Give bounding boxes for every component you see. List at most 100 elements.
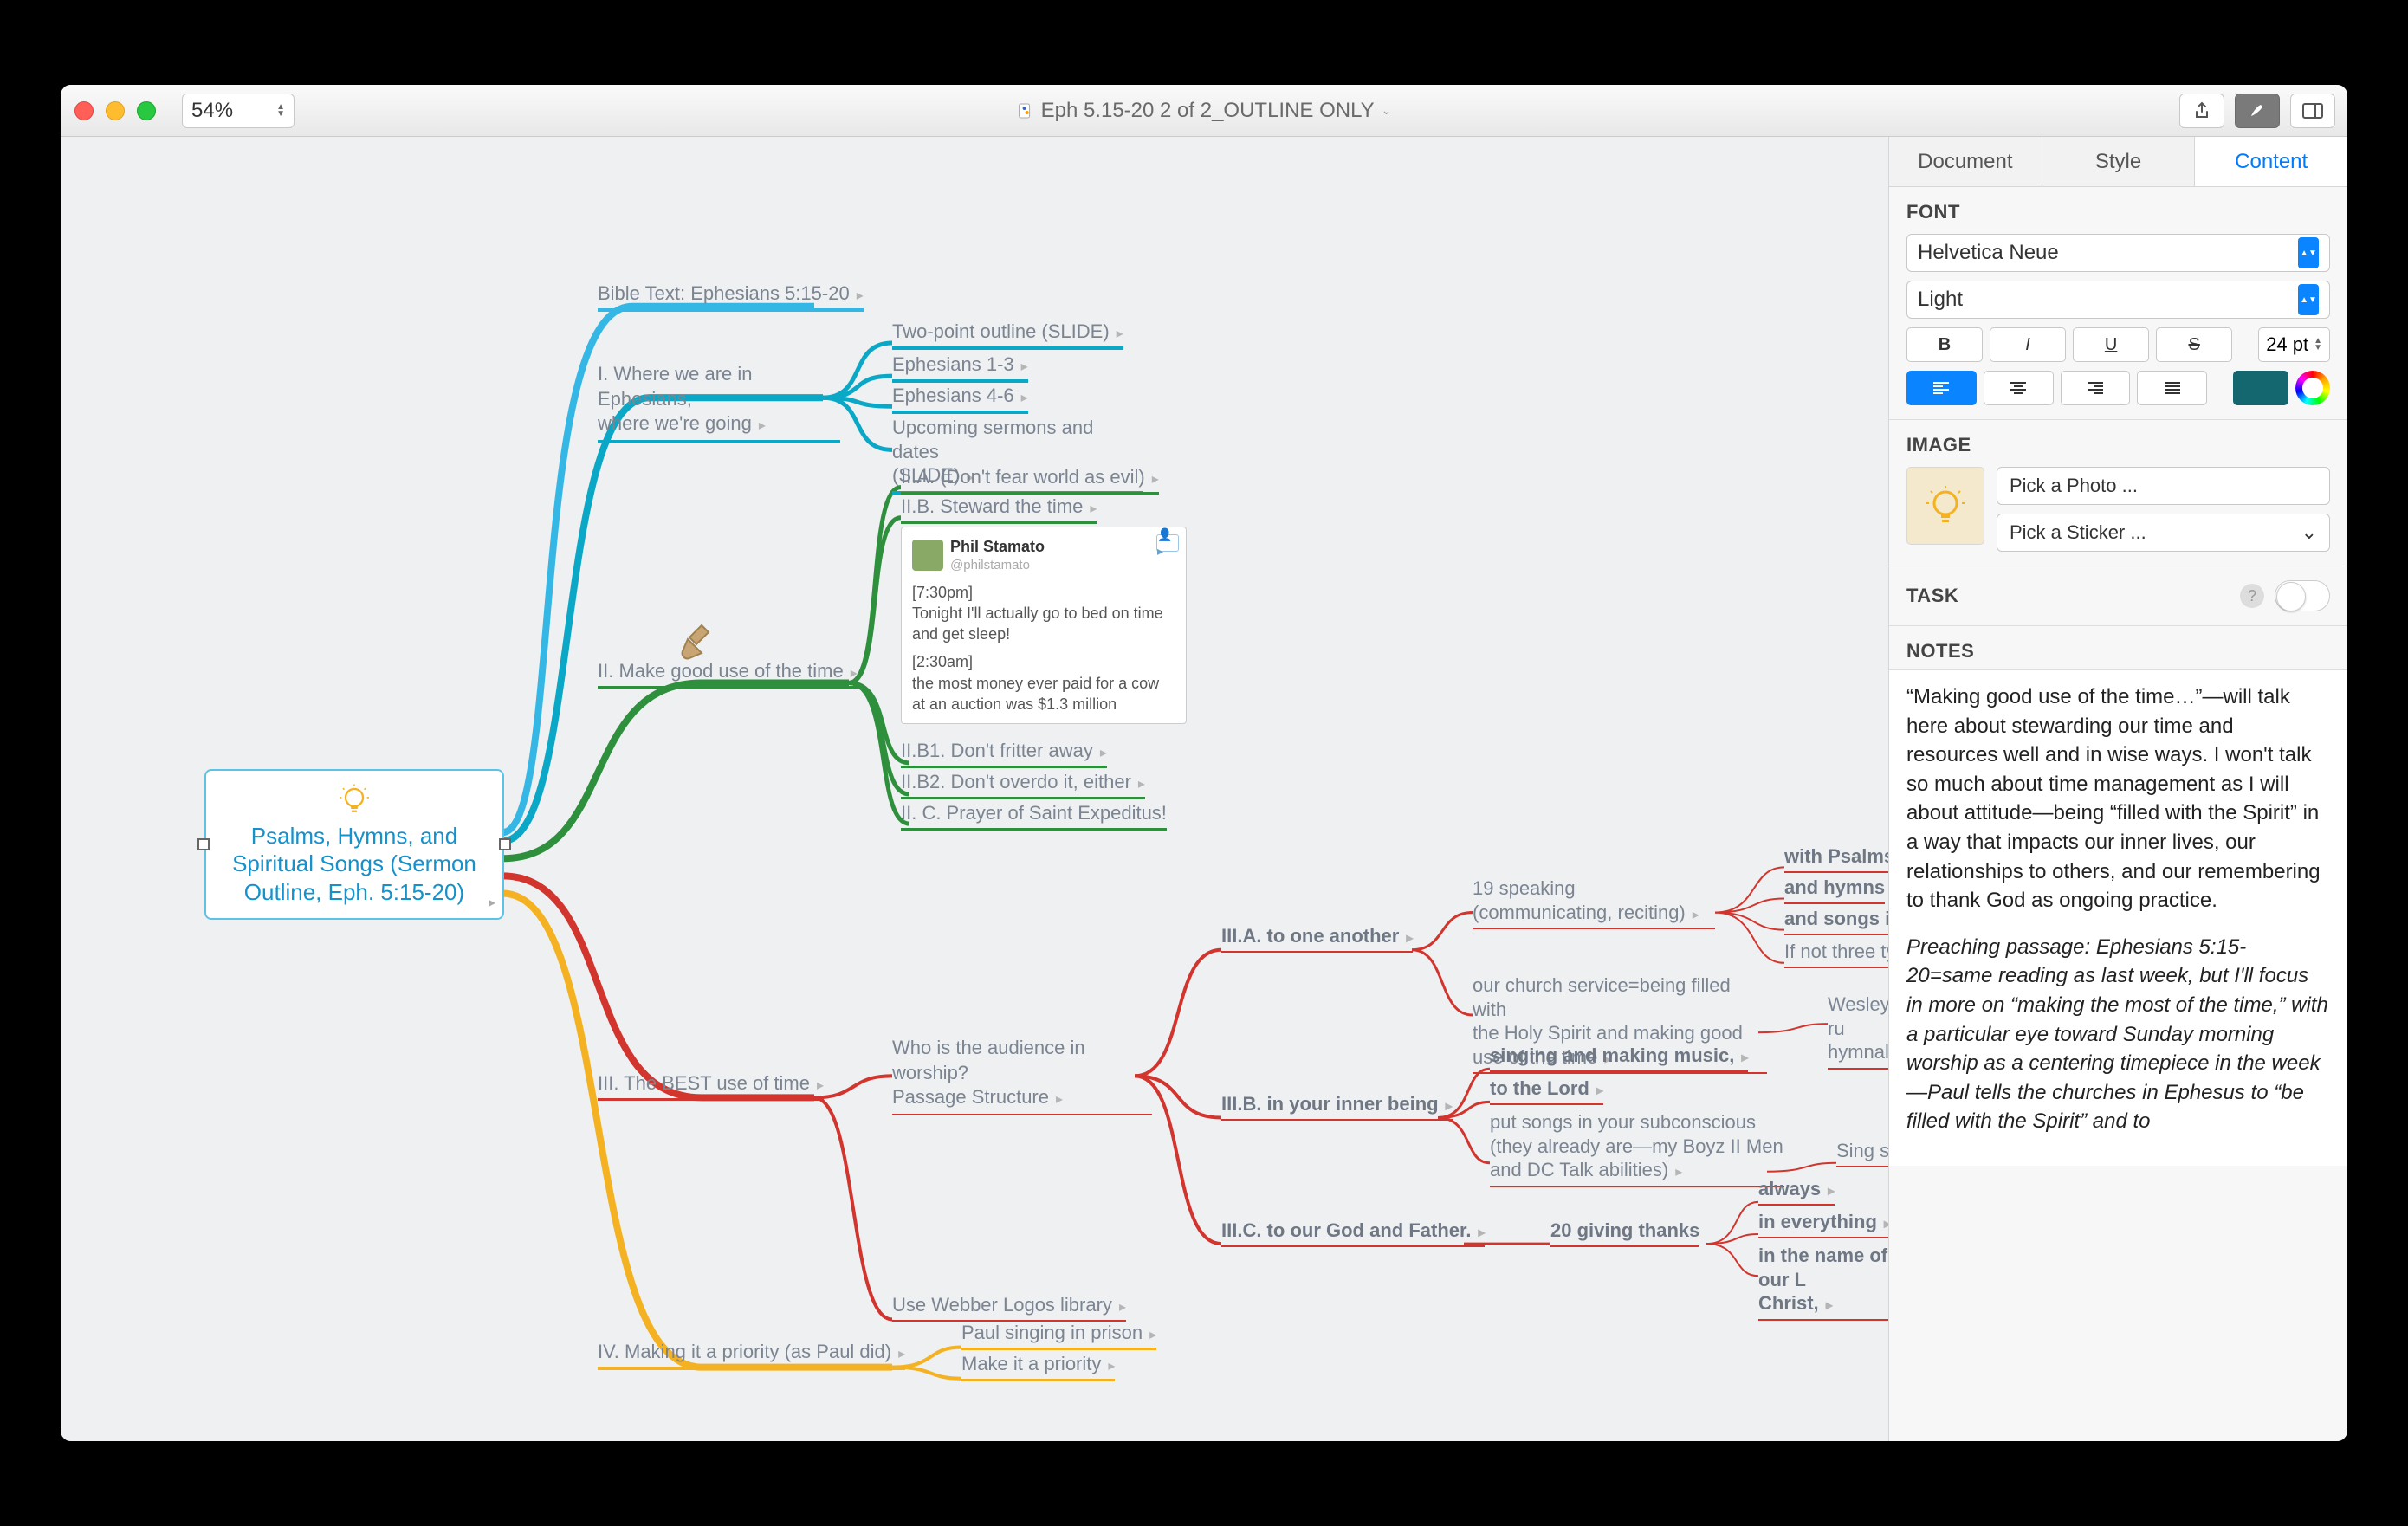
task-heading: TASK [1906, 585, 1958, 607]
node[interactable]: Wesley's ruhymnal) [1828, 993, 1888, 1070]
node[interactable]: III.C. to our God and Father.▸ [1221, 1219, 1485, 1247]
mindmap-canvas[interactable]: Psalms, Hymns, and Spiritual Songs (Serm… [61, 137, 1888, 1441]
node[interactable]: Ephesians 4-6▸ [892, 385, 1028, 414]
image-section: IMAGE Pick a Photo ... Pick a Sticker ..… [1889, 420, 2347, 566]
select-arrows-icon: ▲▼ [2298, 237, 2319, 268]
help-icon[interactable]: ? [2240, 584, 2264, 608]
font-heading: FONT [1906, 201, 2330, 223]
color-picker-button[interactable] [2295, 371, 2330, 405]
node[interactable]: Make it a priority▸ [961, 1353, 1115, 1381]
node[interactable]: 20 giving thanks [1550, 1219, 1699, 1247]
brush-icon [2248, 101, 2267, 120]
notes-p2: Preaching passage: Ephesians 5:15-20=sam… [1906, 933, 2330, 1136]
pick-sticker-button[interactable]: Pick a Sticker ...⌄ [1997, 514, 2330, 552]
node[interactable]: 19 speaking (communicating, reciting)▸ [1473, 876, 1715, 929]
align-center-icon [2010, 382, 2026, 394]
resize-handle-right[interactable] [499, 838, 511, 850]
align-justify-icon [2165, 382, 2180, 394]
image-preview[interactable] [1906, 467, 1984, 545]
node[interactable]: Use Webber Logos library▸ [892, 1294, 1126, 1322]
node[interactable]: singing and making music,▸ [1490, 1044, 1748, 1072]
maximize-window[interactable] [137, 101, 156, 120]
share-button[interactable] [2179, 94, 2224, 128]
align-left-button[interactable] [1906, 371, 1977, 405]
root-label: Psalms, Hymns, and Spiritual Songs (Serm… [218, 822, 490, 907]
notes-area[interactable]: “Making good use of the time…”—will talk… [1889, 670, 2347, 1441]
font-size-input[interactable]: 24 pt ▲▼ [2258, 327, 2330, 362]
inspector-button[interactable] [2235, 94, 2280, 128]
note-marker-icon: ▸ [489, 894, 495, 911]
node[interactable]: with Psalms [1784, 845, 1888, 873]
node[interactable]: II.A. (Don't fear world as evil)▸ [901, 466, 1159, 495]
titlebar: 54% ▲▼ Eph 5.15-20 2 of 2_OUTLINE ONLY ⌄ [61, 85, 2347, 137]
node[interactable]: put songs in your subconscious(they alre… [1490, 1110, 1784, 1187]
tab-style[interactable]: Style [2042, 137, 2196, 186]
card-expand-icon[interactable]: 👤▸ [1156, 534, 1179, 552]
node[interactable]: II.B1. Don't fritter away▸ [901, 740, 1107, 768]
node[interactable]: Paul singing in prison▸ [961, 1322, 1156, 1350]
task-toggle[interactable] [2275, 580, 2330, 611]
align-center-button[interactable] [1984, 371, 2054, 405]
share-icon [2193, 101, 2211, 120]
node[interactable]: Bible Text: Ephesians 5:15-20▸ [598, 282, 864, 312]
chevron-down-icon: ⌄ [1382, 103, 1392, 118]
node[interactable]: II.B2. Don't overdo it, either▸ [901, 771, 1145, 799]
node[interactable]: Sing son [1836, 1140, 1888, 1167]
node[interactable]: always▸ [1758, 1178, 1835, 1206]
tweet-card[interactable]: 👤▸ Phil Stamato @philstamato [7:30pm] To… [901, 527, 1187, 724]
node[interactable]: Who is the audience in worship?Passage S… [892, 1036, 1152, 1115]
strike-button[interactable]: S [2156, 327, 2232, 362]
tab-content[interactable]: Content [2195, 137, 2347, 186]
node[interactable]: in the name of our LChrist,▸ [1758, 1244, 1888, 1321]
node[interactable]: II.B. Steward the time▸ [901, 495, 1097, 524]
node[interactable]: Ephesians 1-3▸ [892, 353, 1028, 383]
notes-header: NOTES [1889, 626, 2347, 670]
node[interactable]: II. C. Prayer of Saint Expeditus! [901, 802, 1167, 831]
node[interactable]: III. The BEST use of time▸ [598, 1072, 824, 1101]
node[interactable]: III.B. in your inner being▸ [1221, 1093, 1453, 1121]
text-color-swatch[interactable] [2233, 371, 2288, 405]
lightbulb-icon [330, 783, 379, 817]
bold-button[interactable]: B [1906, 327, 1983, 362]
stepper-icon: ▲▼ [276, 104, 285, 118]
pick-photo-button[interactable]: Pick a Photo ... [1997, 467, 2330, 505]
root-node[interactable]: Psalms, Hymns, and Spiritual Songs (Serm… [204, 769, 504, 920]
zoom-select[interactable]: 54% ▲▼ [182, 94, 295, 128]
node[interactable]: and hymns [1784, 876, 1885, 904]
underline-button[interactable]: U [2073, 327, 2149, 362]
align-left-icon [1933, 382, 1949, 394]
task-section: TASK ? [1889, 566, 2347, 626]
lightbulb-icon [1924, 484, 1967, 527]
panels-button[interactable] [2290, 94, 2335, 128]
node[interactable]: III.A. to one another▸ [1221, 925, 1413, 953]
inspector-sidebar: Document Style Content FONT Helvetica Ne… [1888, 137, 2347, 1441]
align-right-button[interactable] [2061, 371, 2131, 405]
node[interactable]: Two-point outline (SLIDE)▸ [892, 320, 1123, 350]
node[interactable]: If not three ty [1784, 941, 1888, 968]
minimize-window[interactable] [106, 101, 125, 120]
node[interactable]: I. Where we are in Ephesians,where we're… [598, 362, 840, 443]
node[interactable]: to the Lord▸ [1490, 1077, 1603, 1105]
toolbar-right [2179, 94, 2335, 128]
italic-button[interactable]: I [1990, 327, 2066, 362]
tab-document[interactable]: Document [1889, 137, 2042, 186]
close-window[interactable] [74, 101, 94, 120]
node[interactable]: in everything▸ [1758, 1211, 1888, 1238]
select-arrows-icon: ▲▼ [2298, 284, 2319, 315]
node[interactable]: and songs in [1784, 908, 1888, 935]
font-family-select[interactable]: Helvetica Neue ▲▼ [1906, 234, 2330, 272]
node[interactable]: IV. Making it a priority (as Paul did)▸ [598, 1341, 905, 1370]
font-weight-select[interactable]: Light ▲▼ [1906, 281, 2330, 319]
node[interactable]: II. Make good use of the time▸ [598, 660, 858, 689]
resize-handle-left[interactable] [197, 838, 210, 850]
inspector-tabs: Document Style Content [1889, 137, 2347, 187]
stepper-icon: ▲▼ [2314, 338, 2322, 352]
app-window: 54% ▲▼ Eph 5.15-20 2 of 2_OUTLINE ONLY ⌄ [61, 85, 2347, 1441]
align-justify-button[interactable] [2137, 371, 2207, 405]
document-title[interactable]: Eph 5.15-20 2 of 2_OUTLINE ONLY ⌄ [1017, 99, 1392, 123]
window-controls [74, 101, 156, 120]
image-heading: IMAGE [1906, 434, 2330, 456]
notes-heading: NOTES [1906, 640, 2330, 663]
notes-p1: “Making good use of the time…”—will talk… [1906, 682, 2330, 915]
document-icon [1017, 102, 1034, 120]
